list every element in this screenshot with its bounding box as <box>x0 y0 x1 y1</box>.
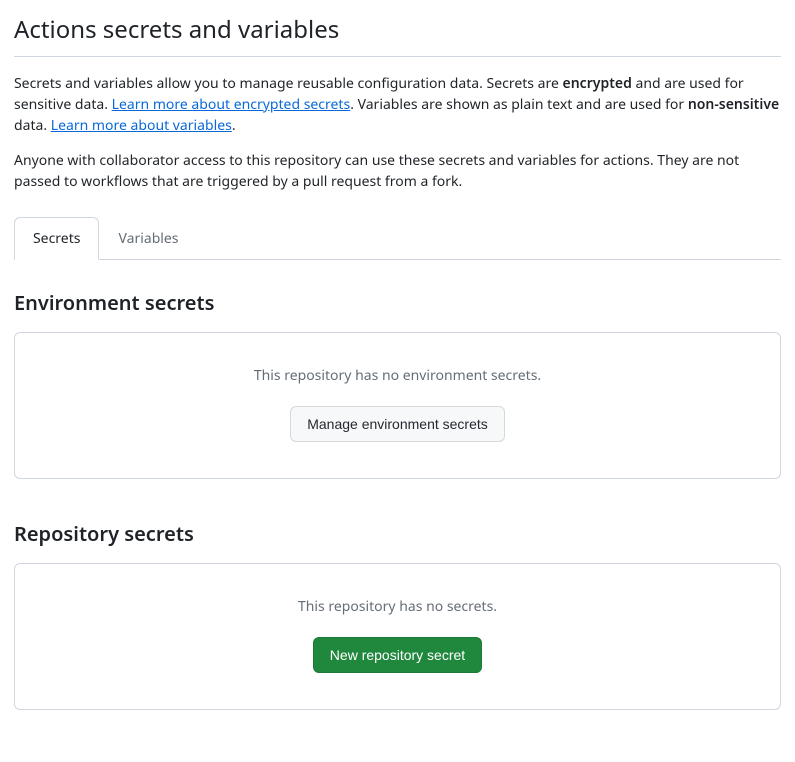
tabs-container: Secrets Variables <box>14 216 781 260</box>
environment-secrets-empty-msg: This repository has no environment secre… <box>35 365 760 386</box>
description-paragraph: Secrets and variables allow you to manag… <box>14 73 781 136</box>
new-repository-secret-button[interactable]: New repository secret <box>313 637 482 673</box>
manage-environment-secrets-button[interactable]: Manage environment secrets <box>290 406 505 442</box>
environment-secrets-box: This repository has no environment secre… <box>14 332 781 479</box>
desc-after-learn-secrets: . Variables are shown as plain text and … <box>350 95 688 114</box>
desc-nonsensitive-word: non-sensitive <box>688 95 779 114</box>
tab-variables[interactable]: Variables <box>99 217 197 260</box>
page-title: Actions secrets and variables <box>14 12 781 48</box>
desc-period: . <box>232 116 236 135</box>
subdescription-paragraph: Anyone with collaborator access to this … <box>14 150 781 192</box>
desc-intro: Secrets and variables allow you to manag… <box>14 74 563 93</box>
desc-encrypted-word: encrypted <box>563 74 632 93</box>
desc-after-nonsensitive: data. <box>14 116 51 135</box>
repository-secrets-box: This repository has no secrets. New repo… <box>14 563 781 710</box>
tab-secrets[interactable]: Secrets <box>14 217 99 260</box>
environment-secrets-title: Environment secrets <box>14 288 781 318</box>
page-header: Actions secrets and variables <box>14 12 781 57</box>
learn-variables-link[interactable]: Learn more about variables <box>51 116 232 135</box>
learn-secrets-link[interactable]: Learn more about encrypted secrets <box>112 95 351 114</box>
repository-secrets-title: Repository secrets <box>14 519 781 549</box>
repository-secrets-empty-msg: This repository has no secrets. <box>35 596 760 617</box>
